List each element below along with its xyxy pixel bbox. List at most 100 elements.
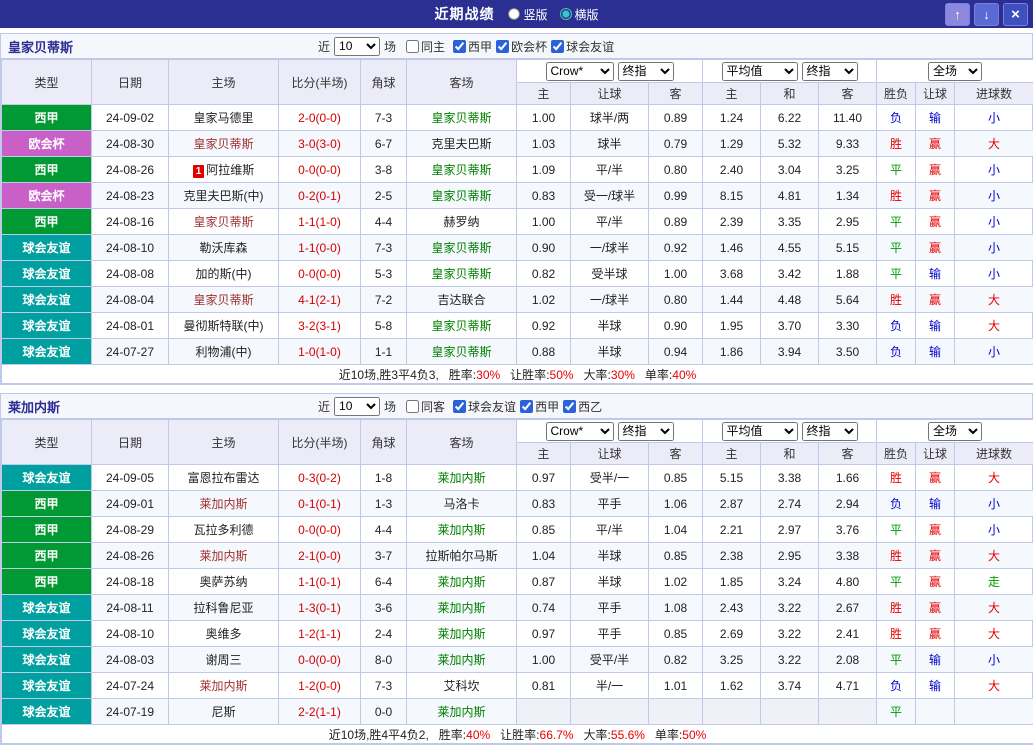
avg-draw-odds: 2.97 xyxy=(761,517,819,543)
summary-row: 近10场,胜3平4负3,胜率:30%让胜率:50%大率:30%单率:40% xyxy=(2,365,1033,384)
team-name: 皇家贝蒂斯 xyxy=(1,37,73,56)
avg-draw-odds: 2.74 xyxy=(761,491,819,517)
average-select[interactable]: 平均值 xyxy=(722,422,798,441)
home-team[interactable]: 1阿拉维斯 xyxy=(169,157,279,183)
away-team[interactable]: 皇家贝蒂斯 xyxy=(407,157,517,183)
away-team[interactable]: 皇家贝蒂斯 xyxy=(407,105,517,131)
unit-label: 场 xyxy=(384,38,396,55)
vertical-layout-radio-input[interactable] xyxy=(508,8,520,20)
move-down-button[interactable]: ↓ xyxy=(974,3,999,26)
away-team[interactable]: 拉斯帕尔马斯 xyxy=(407,543,517,569)
away-team[interactable]: 莱加内斯 xyxy=(407,465,517,491)
same-venue-checkbox[interactable]: 同主 xyxy=(406,38,445,55)
home-team[interactable]: 利物浦(中) xyxy=(169,339,279,365)
avg-away-odds: 3.50 xyxy=(819,339,877,365)
home-team[interactable]: 拉科鲁尼亚 xyxy=(169,595,279,621)
league-filter-checkbox-input[interactable] xyxy=(551,40,564,53)
home-team[interactable]: 莱加内斯 xyxy=(169,543,279,569)
same-venue-checkbox[interactable]: 同客 xyxy=(406,398,445,415)
avg-stage-select[interactable]: 终指 xyxy=(802,422,858,441)
odds-stage-select[interactable]: 终指 xyxy=(618,422,674,441)
league-filter-checkbox[interactable]: 球会友谊 xyxy=(453,398,516,415)
home-team[interactable]: 谢周三 xyxy=(169,647,279,673)
handicap: 平/半 xyxy=(571,517,649,543)
average-select[interactable]: 平均值 xyxy=(722,62,798,81)
home-team[interactable]: 曼彻斯特联(中) xyxy=(169,313,279,339)
avg-home-odds: 1.85 xyxy=(703,569,761,595)
avg-stage-select[interactable]: 终指 xyxy=(802,62,858,81)
avg-away-odds: 2.41 xyxy=(819,621,877,647)
league-filter-checkbox-input[interactable] xyxy=(496,40,509,53)
home-odds: 0.90 xyxy=(517,235,571,261)
bookmaker-select[interactable]: Crow* xyxy=(546,422,614,441)
away-team[interactable]: 艾科坎 xyxy=(407,673,517,699)
away-team[interactable]: 吉达联合 xyxy=(407,287,517,313)
result-outcome: 平 xyxy=(877,517,916,543)
home-team[interactable]: 皇家贝蒂斯 xyxy=(169,287,279,313)
bookmaker-select[interactable]: Crow* xyxy=(546,62,614,81)
recent-count-select[interactable]: 10 xyxy=(334,37,380,56)
away-team[interactable]: 皇家贝蒂斯 xyxy=(407,235,517,261)
away-team[interactable]: 皇家贝蒂斯 xyxy=(407,261,517,287)
horizontal-layout-radio-input[interactable] xyxy=(560,8,572,20)
league-filter-checkbox-input[interactable] xyxy=(520,400,533,413)
away-team[interactable]: 莱加内斯 xyxy=(407,647,517,673)
away-team[interactable]: 皇家贝蒂斯 xyxy=(407,183,517,209)
home-team[interactable]: 尼斯 xyxy=(169,699,279,725)
away-team[interactable]: 克里夫巴斯 xyxy=(407,131,517,157)
recent-count-select[interactable]: 10 xyxy=(334,397,380,416)
score: 0-0(0-0) xyxy=(279,261,361,287)
home-team[interactable]: 莱加内斯 xyxy=(169,491,279,517)
away-team[interactable]: 皇家贝蒂斯 xyxy=(407,339,517,365)
result-outcome: 平 xyxy=(877,569,916,595)
league-filter-checkbox[interactable]: 西甲 xyxy=(520,398,559,415)
vertical-layout-radio[interactable]: 竖版 xyxy=(508,6,547,23)
league-filter-checkbox[interactable]: 欧会杯 xyxy=(496,38,547,55)
col-header-avg-draw: 和 xyxy=(761,83,819,105)
result-outcome: 胜 xyxy=(877,465,916,491)
away-team[interactable]: 莱加内斯 xyxy=(407,621,517,647)
home-team[interactable]: 奥维多 xyxy=(169,621,279,647)
horizontal-layout-radio[interactable]: 横版 xyxy=(560,6,599,23)
home-team[interactable]: 皇家贝蒂斯 xyxy=(169,131,279,157)
league-filter-checkbox-input[interactable] xyxy=(453,40,466,53)
odds-stage-select[interactable]: 终指 xyxy=(618,62,674,81)
league-filter-checkbox[interactable]: 西甲 xyxy=(453,38,492,55)
team-name-text: 尼斯 xyxy=(211,705,235,719)
home-team[interactable]: 加的斯(中) xyxy=(169,261,279,287)
away-team[interactable]: 马洛卡 xyxy=(407,491,517,517)
league-filter-checkbox-input[interactable] xyxy=(453,400,466,413)
same-venue-checkbox-input[interactable] xyxy=(406,400,419,413)
home-team[interactable]: 皇家马德里 xyxy=(169,105,279,131)
home-team[interactable]: 富恩拉布雷达 xyxy=(169,465,279,491)
score: 0-0(0-0) xyxy=(279,517,361,543)
summary: 近10场,胜3平4负3,胜率:30%让胜率:50%大率:30%单率:40% xyxy=(2,365,1033,384)
goals-outcome: 大 xyxy=(955,313,1033,339)
home-odds xyxy=(517,699,571,725)
move-up-button[interactable]: ↑ xyxy=(945,3,970,26)
league-filter-checkbox-input[interactable] xyxy=(563,400,576,413)
away-team[interactable]: 莱加内斯 xyxy=(407,595,517,621)
league-filter-checkbox[interactable]: 球会友谊 xyxy=(551,38,614,55)
same-venue-checkbox-input[interactable] xyxy=(406,40,419,53)
away-odds: 1.04 xyxy=(649,517,703,543)
away-team[interactable]: 莱加内斯 xyxy=(407,699,517,725)
league-filter-checkbox[interactable]: 西乙 xyxy=(563,398,602,415)
home-team[interactable]: 勒沃库森 xyxy=(169,235,279,261)
handicap-outcome: 输 xyxy=(916,647,955,673)
away-team[interactable]: 赫罗纳 xyxy=(407,209,517,235)
away-team[interactable]: 皇家贝蒂斯 xyxy=(407,313,517,339)
match-row: 西甲24-08-16皇家贝蒂斯1-1(1-0)4-4赫罗纳1.00平/半0.89… xyxy=(2,209,1033,235)
home-team[interactable]: 皇家贝蒂斯 xyxy=(169,209,279,235)
away-odds: 0.82 xyxy=(649,647,703,673)
scope-select[interactable]: 全场 xyxy=(928,62,982,81)
home-team[interactable]: 奥萨苏纳 xyxy=(169,569,279,595)
close-button[interactable]: × xyxy=(1003,3,1028,26)
away-team[interactable]: 莱加内斯 xyxy=(407,569,517,595)
home-team[interactable]: 莱加内斯 xyxy=(169,673,279,699)
home-team[interactable]: 克里夫巴斯(中) xyxy=(169,183,279,209)
home-team[interactable]: 瓦拉多利德 xyxy=(169,517,279,543)
scope-select[interactable]: 全场 xyxy=(928,422,982,441)
away-team[interactable]: 莱加内斯 xyxy=(407,517,517,543)
recent-label: 近 xyxy=(318,398,330,415)
